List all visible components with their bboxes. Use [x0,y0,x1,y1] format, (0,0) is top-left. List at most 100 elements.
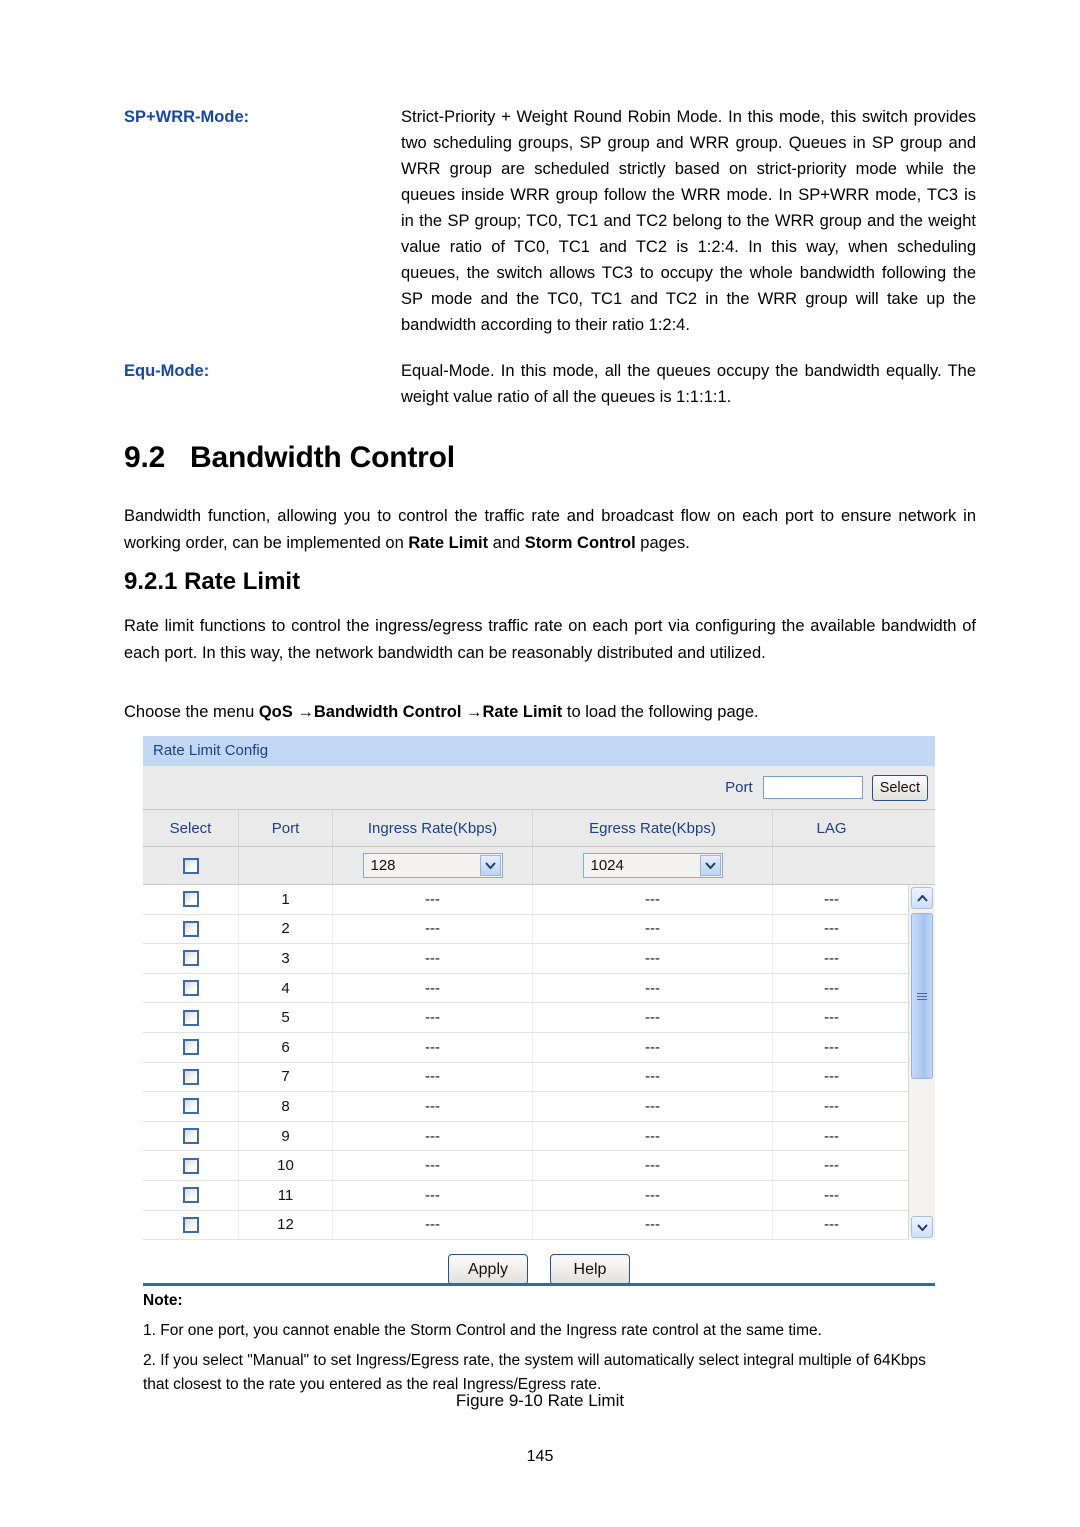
row-egress-cell: --- [533,1210,773,1240]
column-header-select: Select [143,810,239,846]
table-row: 4 --- --- --- [143,973,908,1004]
row-ingress-cell: --- [333,1003,533,1032]
row-lag-cell: --- [824,1127,839,1145]
table-body: 1 --- --- --- 2 --- --- --- 3 --- --- --- 4 --- --- ---… [143,885,908,1241]
subsection-heading: 9.2.1 Rate Limit [124,568,300,596]
scrollbar-grip-icon [917,991,927,1002]
row-select-cell [143,1062,239,1092]
row-select-cell [143,1003,239,1032]
row-checkbox[interactable] [182,891,199,908]
page-number: 145 [526,1448,554,1465]
row-checkbox[interactable] [182,920,199,937]
row-checkbox[interactable] [182,1039,199,1056]
row-select-cell [143,1121,239,1151]
column-header-egress-rate: Egress Rate(Kbps) [533,810,773,846]
note-section: Note: 1. For one port, you cannot enable… [143,1292,943,1403]
choose-text-pre: Choose the menu [124,703,259,721]
subsection-title: Rate Limit [184,568,301,595]
select-all-checkbox[interactable] [182,857,199,874]
intro-text-mid: and [488,533,525,552]
definition-term-spwrr: SP+WRR-Mode: [124,108,250,126]
egress-rate-value: 1024 [590,857,624,874]
table-row: 12 --- --- --- [143,1210,908,1241]
row-lag-cell: --- [824,1009,839,1027]
column-header-port: Port [239,810,333,846]
row-lag-cell: --- [824,920,839,938]
row-select-cell [143,1180,239,1210]
figure-caption: Figure 9-10 Rate Limit [455,1391,625,1410]
help-button[interactable]: Help [550,1254,630,1286]
row-lag-cell: --- [824,1038,839,1056]
bulk-config-row: 128 1024 [143,847,935,885]
table-row: 2 --- --- --- [143,914,908,945]
row-lag-cell: --- [824,890,839,908]
note-item-2: 2. If you select "Manual" to set Ingress… [143,1352,926,1393]
row-ingress-cell: --- [333,1121,533,1151]
rate-limit-config-panel: Rate Limit Config Port Select Select Por… [143,736,935,1302]
row-checkbox[interactable] [182,1068,199,1085]
column-header-lag: LAG [816,819,847,837]
egress-rate-select[interactable]: 1024 [582,853,723,878]
table-row: 5 --- --- --- [143,1003,908,1033]
row-lag-cell: --- [824,1186,839,1204]
scroll-up-icon[interactable] [911,887,933,909]
port-input[interactable] [762,776,863,799]
definition-description-equ: Equal-Mode. In this mode, all the queues… [401,362,976,406]
row-checkbox[interactable] [182,1098,199,1115]
row-egress-cell: --- [533,973,773,1003]
table-row: 8 --- --- --- [143,1092,908,1122]
row-port-cell: 4 [239,973,333,1003]
row-lag-cell: --- [824,979,839,997]
row-port-cell: 2 [239,914,333,944]
row-checkbox[interactable] [182,1157,199,1174]
row-ingress-cell: --- [333,1032,533,1062]
row-lag-cell: --- [824,1157,839,1175]
bulk-lag-cell [773,847,890,884]
panel-title: Rate Limit Config [143,736,935,766]
row-checkbox[interactable] [182,980,199,997]
scroll-down-icon[interactable] [911,1216,933,1239]
row-egress-cell: --- [533,944,773,973]
row-egress-cell: --- [533,1032,773,1062]
panel-toolbar: Port Select [143,766,935,809]
vertical-scrollbar[interactable] [908,885,935,1241]
row-checkbox[interactable] [182,1216,199,1233]
row-select-cell [143,1032,239,1062]
table-header-row: Select Port Ingress Rate(Kbps) Egress Ra… [143,809,935,847]
row-port-cell: 6 [239,1032,333,1062]
scrollbar-thumb[interactable] [911,913,933,1079]
row-checkbox[interactable] [182,1187,199,1204]
bulk-ingress-cell: 128 [333,847,533,884]
row-checkbox[interactable] [182,1009,199,1026]
chevron-down-icon[interactable] [699,855,721,876]
row-port-cell: 3 [239,944,333,973]
intro-bold-rate-limit: Rate Limit [408,533,489,552]
table-row: 10 --- --- --- [143,1151,908,1181]
table-row: 11 --- --- --- [143,1180,908,1211]
row-egress-cell: --- [533,914,773,944]
section-number: 9.2 [124,441,166,474]
row-ingress-cell: --- [333,914,533,944]
row-port-cell: 7 [239,1062,333,1092]
menu-path-bandwidth-control: Bandwidth Control → [313,703,483,721]
row-checkbox[interactable] [182,1128,199,1145]
row-checkbox[interactable] [182,950,199,967]
apply-button[interactable]: Apply [448,1254,528,1286]
row-port-cell: 9 [239,1121,333,1151]
select-button[interactable]: Select [871,774,928,801]
row-port-cell: 12 [239,1210,333,1240]
section-title: Bandwidth Control [190,441,455,474]
row-lag-cell: --- [824,1068,839,1086]
choose-text-post: to load the following page. [562,703,759,721]
chevron-down-icon[interactable] [479,855,501,876]
row-egress-cell: --- [533,1092,773,1121]
ingress-rate-select[interactable]: 128 [362,853,503,878]
note-divider [143,1283,935,1286]
row-select-cell [143,914,239,944]
row-egress-cell: --- [533,1003,773,1032]
choose-menu-paragraph: Choose the menu QoS →Bandwidth Control →… [124,699,976,726]
row-egress-cell: --- [533,1121,773,1151]
note-item-1: 1. For one port, you cannot enable the S… [143,1322,822,1339]
mode-definition-list: SP+WRR-Mode: Strict-Priority + Weight Ro… [124,104,976,430]
port-label: Port [725,779,753,796]
